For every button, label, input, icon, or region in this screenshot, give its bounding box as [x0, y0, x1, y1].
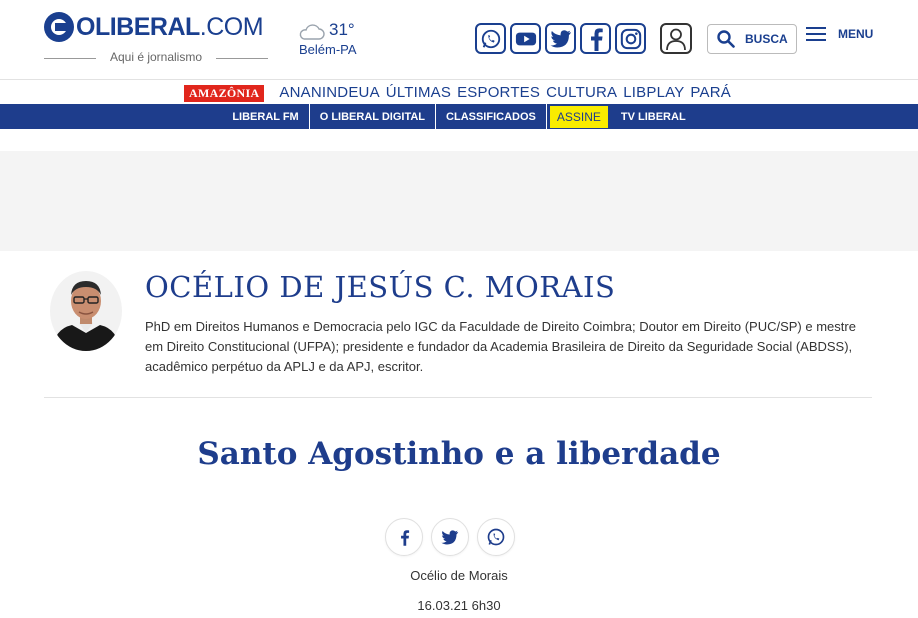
hamburger-menu-icon: [806, 27, 826, 41]
user-account-button[interactable]: [660, 23, 692, 54]
nav-link-libplay[interactable]: LIBPLAY: [623, 84, 684, 101]
social-links: [475, 23, 646, 54]
ad-banner-placeholder: [0, 151, 918, 251]
section-nav: AMAZÔNIA ANANINDEUA ÚLTIMAS ESPORTES CUL…: [0, 80, 918, 104]
share-buttons: [385, 518, 515, 556]
logo-suffix: .COM: [199, 12, 264, 41]
author-bio: PhD em Direitos Humanos e Democracia pel…: [145, 319, 856, 374]
search-button[interactable]: BUSCA: [707, 24, 797, 54]
bar-link-o-liberal-digital[interactable]: O LIBERAL DIGITAL: [310, 104, 437, 129]
services-bar: LIBERAL FM O LIBERAL DIGITAL CLASSIFICAD…: [0, 104, 918, 129]
user-icon: [666, 28, 686, 50]
logo-mark-icon: [44, 12, 74, 42]
tagline: Aqui é jornalismo: [44, 50, 268, 64]
menu-button[interactable]: MENU: [806, 26, 873, 42]
share-whatsapp-icon[interactable]: [477, 518, 515, 556]
article-date: 16.03.21 6h30: [417, 598, 501, 613]
site-header: OLIBERAL.COM Aqui é jornalismo 31° Belém…: [0, 0, 918, 80]
menu-button-label: MENU: [838, 27, 874, 41]
cloud-icon: [299, 24, 325, 40]
nav-link-ananindeua[interactable]: ANANINDEUA: [279, 84, 379, 101]
bar-link-tv-liberal[interactable]: TV LIBERAL: [611, 104, 696, 129]
nav-link-esportes[interactable]: ESPORTES: [457, 84, 540, 101]
search-button-label: BUSCA: [745, 32, 788, 46]
subscribe-button[interactable]: ASSINE: [549, 105, 608, 128]
youtube-icon[interactable]: [510, 23, 541, 54]
author-avatar: [50, 271, 122, 351]
search-icon: [717, 30, 735, 48]
nav-link-ultimas[interactable]: ÚLTIMAS: [386, 84, 451, 101]
site-logo[interactable]: OLIBERAL.COM: [44, 12, 264, 42]
share-twitter-icon[interactable]: [431, 518, 469, 556]
nav-link-para[interactable]: PARÁ: [690, 84, 731, 101]
logo-text: OLIBERAL: [76, 12, 200, 41]
weather-temperature: 31°: [329, 20, 355, 39]
nav-link-cultura[interactable]: CULTURA: [546, 84, 617, 101]
amazonia-link[interactable]: AMAZÔNIA: [184, 84, 265, 102]
instagram-icon[interactable]: [615, 23, 646, 54]
bar-link-classificados[interactable]: CLASSIFICADOS: [436, 104, 547, 129]
bar-link-liberal-fm[interactable]: LIBERAL FM: [222, 104, 310, 129]
share-facebook-icon[interactable]: [385, 518, 423, 556]
twitter-icon[interactable]: [545, 23, 576, 54]
weather-city: Belém-PA: [299, 42, 357, 57]
whatsapp-icon[interactable]: [475, 23, 506, 54]
facebook-icon[interactable]: [580, 23, 611, 54]
article-byline[interactable]: Océlio de Morais: [0, 568, 918, 583]
author-name[interactable]: OCÉLIO DE JESÚS C. MORAIS: [145, 270, 615, 304]
article-title: Santo Agostinho e a liberdade: [197, 436, 721, 472]
divider: [44, 397, 872, 398]
